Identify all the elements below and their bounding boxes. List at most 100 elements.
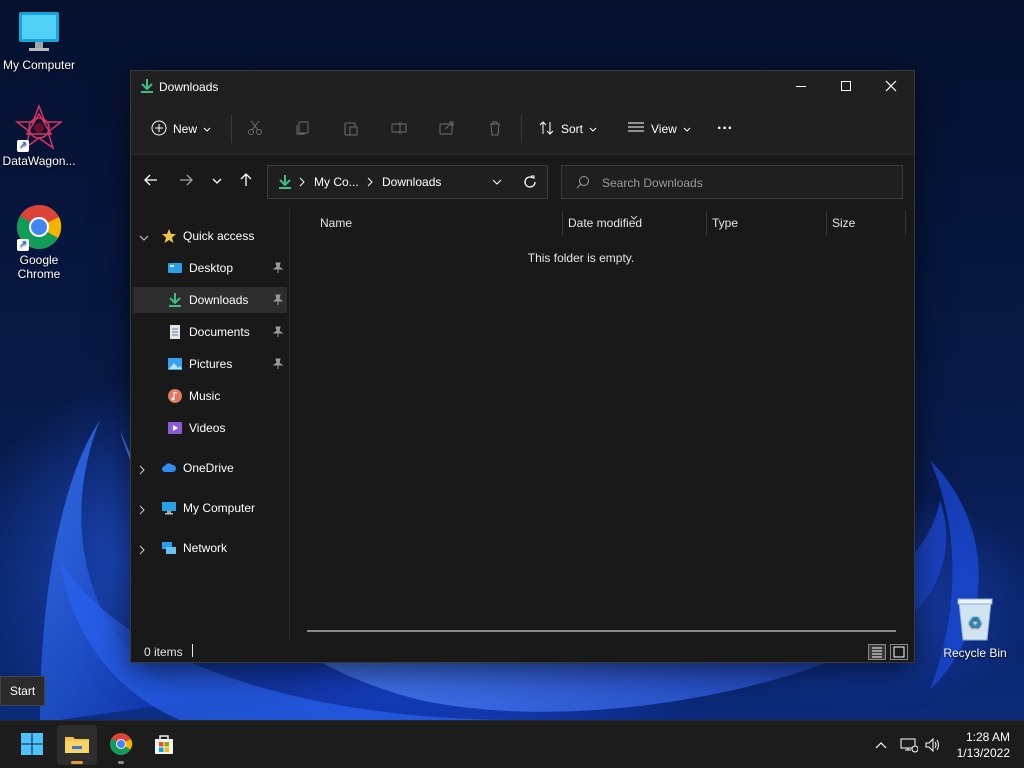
taskbar-google-chrome[interactable] (101, 725, 141, 765)
desktop-icon-label: Google Chrome (17, 253, 61, 281)
system-clock[interactable]: 1:28 AM 1/13/2022 (957, 729, 1010, 761)
address-history-button[interactable] (492, 173, 506, 191)
desktop-icon-my-computer[interactable]: My Computer (0, 8, 78, 72)
maximize-button[interactable] (823, 71, 869, 101)
network-wired-icon (900, 738, 918, 753)
up-button[interactable] (234, 169, 258, 193)
picture-icon (167, 356, 183, 372)
back-button[interactable] (139, 169, 163, 193)
sidebar-item-label: Desktop (189, 261, 234, 275)
chevron-right-icon (139, 464, 146, 478)
column-header-date-modified[interactable]: Date modified (568, 209, 704, 237)
cut-button[interactable] (247, 115, 263, 143)
pin-icon (272, 294, 284, 309)
sidebar-item-pictures[interactable]: Pictures (133, 351, 287, 377)
download-arrow-icon (140, 78, 154, 97)
music-icon (167, 388, 183, 404)
copy-button[interactable] (295, 115, 311, 143)
volume-button[interactable] (923, 735, 943, 755)
column-header-size[interactable]: Size (832, 209, 902, 237)
sidebar-item-network[interactable]: Network (131, 535, 285, 561)
view-button[interactable]: View (627, 115, 691, 143)
sidebar-item-my-computer[interactable]: My Computer (131, 495, 285, 521)
sidebar-item-label: Downloads (189, 293, 249, 307)
copy-icon (295, 120, 311, 139)
ellipsis-icon: ··· (717, 120, 733, 137)
sort-indicator-icon (630, 209, 638, 223)
chrome-icon (109, 732, 133, 759)
column-header-type[interactable]: Type (712, 209, 822, 237)
folder-icon (64, 733, 90, 758)
chrome-icon: ↗ (15, 203, 63, 251)
close-button[interactable] (868, 71, 914, 101)
sort-button[interactable]: Sort (539, 115, 597, 143)
show-hidden-icons-button[interactable] (871, 735, 891, 755)
column-divider[interactable] (562, 211, 563, 235)
details-view-button[interactable] (868, 644, 886, 660)
paste-button[interactable] (343, 115, 359, 143)
file-explorer-window[interactable]: Downloads New Sort View ··· My Co... Dow… (130, 70, 915, 663)
taskbar-file-explorer[interactable] (57, 725, 97, 765)
sidebar-item-downloads[interactable]: Downloads (133, 287, 287, 313)
new-button[interactable]: New (151, 115, 211, 143)
file-list[interactable]: Name Date modified Type Size This folder… (291, 209, 915, 641)
rename-button[interactable] (391, 115, 407, 143)
sidebar-item-videos[interactable]: Videos (133, 415, 287, 441)
chevron-down-icon (212, 174, 222, 188)
taskbar-microsoft-store[interactable] (144, 725, 184, 765)
download-arrow-icon (167, 292, 183, 308)
svg-text:♻: ♻ (968, 613, 982, 632)
chevron-right-icon (367, 176, 373, 190)
chevron-right-icon (139, 504, 146, 518)
item-count: 0 items (144, 645, 183, 659)
large-icons-view-button[interactable] (890, 644, 908, 660)
arrow-left-icon (144, 174, 158, 189)
sidebar-item-quick-access[interactable]: Quick access (131, 223, 285, 249)
delete-button[interactable] (487, 115, 503, 143)
rename-icon (391, 120, 407, 139)
desktop-folder-icon (167, 260, 183, 276)
pane-splitter[interactable] (289, 209, 290, 641)
column-divider[interactable] (905, 211, 906, 235)
search-box[interactable]: Search Downloads (561, 165, 903, 199)
column-divider[interactable] (826, 211, 827, 235)
column-divider[interactable] (706, 211, 707, 235)
more-options-button[interactable]: ··· (717, 115, 733, 143)
recent-locations-button[interactable] (205, 169, 229, 193)
status-divider (192, 644, 193, 657)
star-icon (161, 228, 177, 244)
running-indicator (71, 761, 83, 764)
sidebar-item-label: Music (189, 389, 221, 403)
breadcrumb-item[interactable]: Downloads (382, 175, 441, 189)
desktop-icon-datawagon[interactable]: ↗ DataWagon... (0, 103, 78, 168)
address-bar[interactable]: My Co... Downloads (267, 165, 548, 199)
windows-logo-icon (20, 732, 44, 759)
cloud-icon (161, 460, 177, 476)
share-icon (439, 120, 455, 139)
breadcrumb-item[interactable]: My Co... (314, 175, 359, 189)
start-button[interactable] (12, 725, 52, 765)
network-status-button[interactable] (899, 735, 919, 755)
sidebar-item-label: OneDrive (183, 461, 234, 475)
desktop-icon-google-chrome[interactable]: ↗ Google Chrome (0, 203, 78, 281)
sort-button-label: Sort (561, 122, 584, 136)
sidebar-item-music[interactable]: Music (133, 383, 287, 409)
shortcut-arrow-icon: ↗ (17, 140, 29, 152)
refresh-button[interactable] (522, 174, 538, 193)
sidebar-item-desktop[interactable]: Desktop (133, 255, 287, 281)
sidebar-item-documents[interactable]: Documents (133, 319, 287, 345)
sidebar-item-onedrive[interactable]: OneDrive (131, 455, 285, 481)
chevron-down-icon (203, 122, 211, 136)
clock-date: 1/13/2022 (956, 746, 1010, 760)
search-icon (576, 175, 590, 192)
arrow-right-icon (179, 174, 193, 189)
refresh-icon (524, 175, 536, 188)
forward-button[interactable] (174, 169, 198, 193)
title-bar[interactable]: Downloads (131, 71, 914, 101)
column-header-name[interactable]: Name (320, 209, 560, 237)
share-button[interactable] (439, 115, 455, 143)
desktop-icon-recycle-bin[interactable]: ♻ Recycle Bin (936, 596, 1014, 660)
horizontal-scrollbar[interactable] (307, 630, 896, 632)
status-bar: 0 items (131, 641, 914, 663)
minimize-button[interactable] (778, 71, 824, 101)
